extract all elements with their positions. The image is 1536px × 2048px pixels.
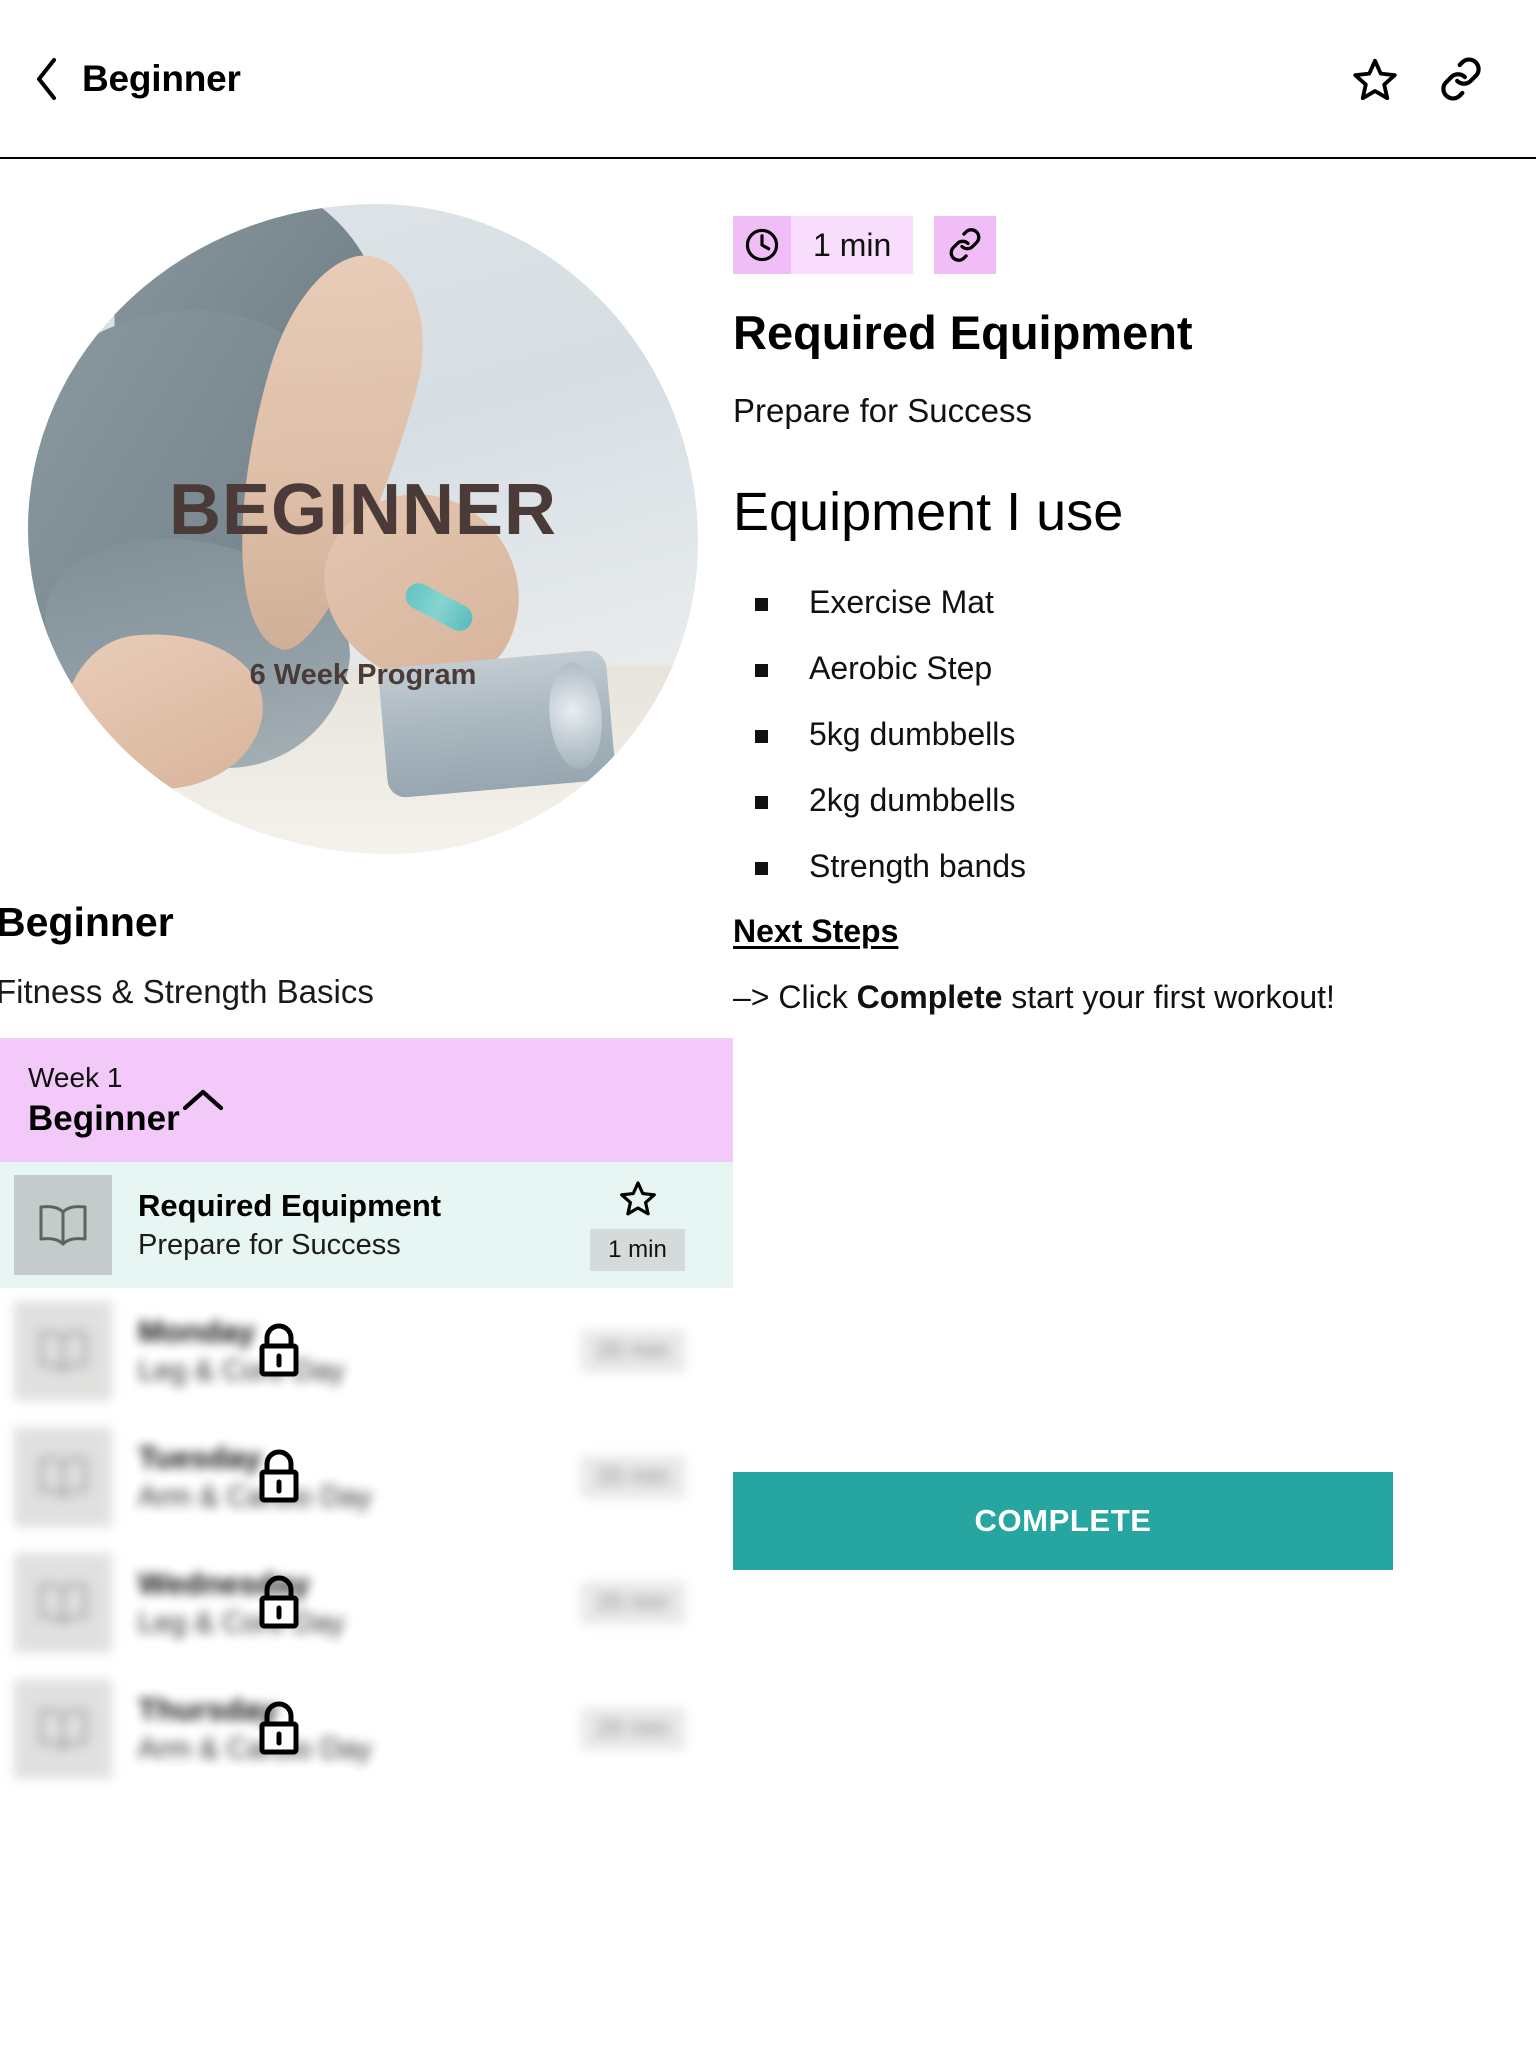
hero-blob-shape: BEGINNER 6 Week Program <box>28 204 698 854</box>
week-label: Week 1 <box>28 1061 123 1093</box>
duration-badge: 20 min <box>580 1330 685 1372</box>
complete-button[interactable]: COMPLETE <box>733 1472 1393 1570</box>
list-item[interactable]: Thursday Arm & Cardio Day 20 min <box>0 1666 733 1792</box>
book-icon <box>35 1328 91 1374</box>
hero-overlay-subtitle: 6 Week Program <box>249 659 477 691</box>
hero-overlay-title: BEGINNER <box>168 469 558 550</box>
next-steps-heading: Next Steps <box>733 913 899 949</box>
link-icon[interactable] <box>934 216 997 274</box>
duration-badge: 20 min <box>580 1708 685 1750</box>
detail-subtitle: Prepare for Success <box>733 392 1032 429</box>
lesson-thumbnail <box>14 1301 112 1401</box>
book-icon <box>35 1580 91 1626</box>
curriculum-panel: BEGINNER 6 Week Program Beginner Fitness… <box>0 161 733 2048</box>
topbar-right-group <box>1352 56 1536 102</box>
list-item: Aerobic Step <box>733 650 1373 716</box>
list-item: Strength bands <box>733 848 1373 914</box>
lesson-texts: Wednesday Leg & Core Day <box>138 1566 345 1639</box>
equipment-section-heading: Equipment I use <box>733 482 1124 542</box>
detail-badge-row: 1 min <box>733 216 997 274</box>
lesson-meta: 20 min <box>580 1582 685 1624</box>
lesson-detail-panel: 1 min Required Equipment Prepare for Suc… <box>733 161 1536 2048</box>
lesson-title: Monday <box>138 1314 256 1349</box>
detail-title: Required Equipment <box>733 306 1193 359</box>
top-app-bar: Beginner <box>0 0 1536 159</box>
chevron-up-icon[interactable] <box>180 1085 226 1115</box>
duration-badge: 20 min <box>580 1582 685 1624</box>
square-bullet-icon <box>755 664 768 677</box>
star-icon[interactable] <box>1352 56 1398 102</box>
duration-badge-text: 1 min <box>791 216 914 274</box>
next-steps-bold: Complete <box>856 979 1003 1015</box>
book-icon <box>35 1202 91 1248</box>
equipment-label: Aerobic Step <box>809 650 993 686</box>
lesson-title: Required Equipment <box>138 1188 442 1223</box>
equipment-list: Exercise Mat Aerobic Step 5kg dumbbells … <box>733 584 1373 914</box>
lesson-texts: Required Equipment Prepare for Success <box>138 1188 442 1261</box>
list-item[interactable]: Required Equipment Prepare for Success 1… <box>0 1162 733 1288</box>
equipment-label: Strength bands <box>809 848 1027 884</box>
chevron-left-icon[interactable] <box>34 56 60 102</box>
next-steps-suffix: start your first workout! <box>1002 979 1335 1015</box>
program-title: Beginner <box>0 899 174 945</box>
week-accordion-header[interactable]: Week 1 Beginner <box>0 1038 733 1162</box>
star-icon[interactable] <box>619 1179 657 1217</box>
equipment-label: 5kg dumbbells <box>809 716 1016 752</box>
list-item: Exercise Mat <box>733 584 1373 650</box>
clock-icon <box>733 216 791 274</box>
page-title: Beginner <box>82 57 241 99</box>
lesson-subtitle: Leg & Core Day <box>138 1606 345 1639</box>
link-icon[interactable] <box>1438 56 1484 102</box>
list-item[interactable]: Tuesday Arm & Cardio Day 20 min <box>0 1414 733 1540</box>
duration-badge: 1 min <box>733 216 914 274</box>
equipment-label: 2kg dumbbells <box>809 782 1016 818</box>
topbar-left-group: Beginner <box>0 56 241 102</box>
lesson-thumbnail <box>14 1427 112 1527</box>
list-item: 2kg dumbbells <box>733 782 1373 848</box>
list-item[interactable]: Monday Leg & Core Day 20 min <box>0 1288 733 1414</box>
equipment-label: Exercise Mat <box>809 584 994 620</box>
week-name: Beginner <box>28 1098 180 1138</box>
lesson-meta: 20 min <box>580 1330 685 1372</box>
square-bullet-icon <box>755 796 768 809</box>
lesson-thumbnail <box>14 1175 112 1275</box>
lesson-subtitle: Leg & Core Day <box>138 1354 345 1387</box>
book-icon <box>35 1706 91 1752</box>
lesson-subtitle: Prepare for Success <box>138 1228 401 1261</box>
list-item[interactable]: Wednesday Leg & Core Day 20 min <box>0 1540 733 1666</box>
program-subtitle: Fitness & Strength Basics <box>0 973 374 1010</box>
square-bullet-icon <box>755 862 768 875</box>
lesson-meta: 20 min <box>580 1708 685 1750</box>
next-steps-prefix: –> Click <box>733 979 857 1015</box>
lesson-meta: 20 min <box>580 1456 685 1498</box>
square-bullet-icon <box>755 730 768 743</box>
next-steps-text: –> Click Complete start your first worko… <box>733 979 1335 1016</box>
program-hero-image: BEGINNER 6 Week Program <box>28 204 698 854</box>
lesson-thumbnail <box>14 1679 112 1779</box>
duration-badge: 1 min <box>590 1229 685 1271</box>
week-header-texts: Week 1 Beginner <box>28 1062 180 1139</box>
square-bullet-icon <box>755 598 768 611</box>
lesson-thumbnail <box>14 1553 112 1653</box>
content-area: BEGINNER 6 Week Program Beginner Fitness… <box>0 161 1536 2048</box>
lesson-texts: Monday Leg & Core Day <box>138 1314 345 1387</box>
list-item: 5kg dumbbells <box>733 716 1373 782</box>
lesson-title: Wednesday <box>138 1566 310 1601</box>
book-icon <box>35 1454 91 1500</box>
lesson-meta: 1 min <box>590 1179 685 1271</box>
duration-badge: 20 min <box>580 1456 685 1498</box>
